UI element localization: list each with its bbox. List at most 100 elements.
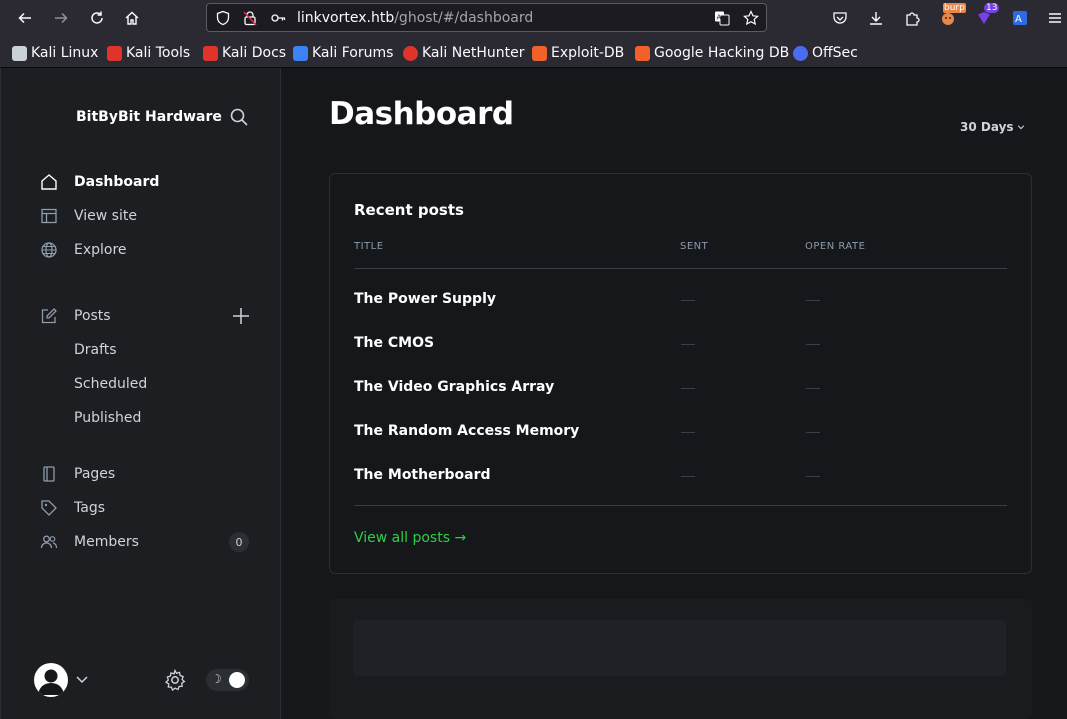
view-all-posts-link[interactable]: View all posts → — [354, 530, 466, 546]
post-row-title[interactable]: The Random Access Memory — [354, 423, 579, 439]
moon-icon: ☽ — [211, 672, 222, 686]
post-row-title[interactable]: The Motherboard — [354, 467, 491, 483]
post-row-title[interactable]: The Power Supply — [354, 291, 496, 307]
new-post-plus-icon[interactable] — [231, 306, 251, 326]
sent-empty-dash — [681, 432, 695, 433]
extensions-button[interactable] — [899, 5, 925, 31]
loading-placeholder — [353, 620, 1006, 676]
bookmark-label: Kali Forums — [312, 45, 394, 61]
bookmark-kali-forums[interactable]: Kali Forums — [293, 44, 393, 62]
bookmark-star-icon[interactable] — [743, 10, 759, 26]
nav-view-site[interactable]: View site — [39, 205, 137, 227]
site-name[interactable]: BitByBit Hardware — [76, 109, 222, 125]
bookmarks-bar: Kali Linux Kali Tools Kali Docs Kali For… — [0, 35, 1067, 68]
nav-pages[interactable]: Pages — [39, 463, 115, 485]
svg-text:A: A — [1015, 14, 1022, 25]
open-rate-empty-dash — [806, 300, 820, 301]
open-rate-empty-dash — [806, 476, 820, 477]
translate-extension-button[interactable]: A — [1007, 5, 1033, 31]
hamburger-icon — [1049, 13, 1061, 23]
arrow-right-icon — [55, 12, 68, 24]
url-host: linkvortex.htb — [297, 10, 395, 26]
footer-divider — [354, 505, 1007, 506]
post-row-title[interactable]: The Video Graphics Array — [354, 379, 554, 395]
date-range-label: 30 Days — [960, 120, 1014, 134]
reload-icon — [91, 11, 103, 24]
nav-explore[interactable]: Explore — [39, 239, 127, 261]
page-title: Dashboard — [329, 96, 514, 132]
search-icon[interactable] — [229, 107, 249, 127]
bookmark-google-hacking-db[interactable]: Google Hacking DB — [635, 44, 789, 62]
open-rate-empty-dash — [806, 388, 820, 389]
url-text[interactable]: linkvortex.htb/ghost/#/dashboard — [297, 10, 533, 26]
home-icon — [39, 172, 59, 192]
column-header-open-rate: OPEN RATE — [805, 241, 866, 252]
reload-button[interactable] — [84, 5, 110, 31]
date-range-select[interactable]: 30 Days — [960, 120, 1025, 134]
ublock-extension-button[interactable]: 13 — [971, 3, 1000, 31]
translate-icon[interactable]: A — [714, 10, 730, 26]
bookmark-exploit-db[interactable]: Exploit-DB — [532, 44, 624, 62]
nav-dashboard[interactable]: Dashboard — [39, 171, 159, 193]
sent-empty-dash — [681, 300, 695, 301]
arrow-left-icon — [18, 12, 31, 24]
kali-tools-icon — [107, 45, 122, 61]
download-icon — [870, 12, 882, 25]
browser-window-icon — [39, 206, 59, 226]
header-divider — [354, 268, 1007, 269]
tag-icon — [39, 498, 59, 518]
key-icon[interactable] — [270, 10, 286, 26]
nav-label: Pages — [74, 466, 116, 482]
url-path: /ghost/#/dashboard — [394, 10, 534, 26]
burp-extension-button[interactable]: burp — [935, 3, 966, 31]
column-header-title: TITLE — [354, 241, 384, 252]
bookmark-kali-tools[interactable]: Kali Tools — [107, 44, 190, 62]
bookmark-kali-docs[interactable]: Kali Docs — [203, 44, 286, 62]
shield-icon[interactable] — [215, 10, 231, 26]
home-icon — [125, 11, 139, 25]
sent-empty-dash — [681, 344, 695, 345]
globe-icon — [39, 240, 59, 260]
bookmark-offsec[interactable]: OffSec — [793, 44, 858, 62]
pocket-icon — [833, 12, 847, 24]
address-bar[interactable]: linkvortex.htb/ghost/#/dashboard A — [206, 3, 767, 32]
pocket-button[interactable] — [827, 5, 853, 31]
nav-label: Explore — [74, 242, 127, 258]
chevron-down-icon[interactable] — [75, 672, 89, 686]
exploit-db-icon — [532, 45, 547, 61]
toggle-knob — [229, 672, 245, 688]
nav-label: View site — [74, 208, 137, 224]
gear-icon[interactable] — [164, 669, 186, 691]
home-button[interactable] — [119, 5, 145, 31]
pages-icon — [39, 464, 59, 484]
sidebar: BitByBit Hardware Dashboard View site Ex… — [0, 68, 281, 719]
nav-label: Posts — [74, 308, 111, 324]
card-title: Recent posts — [354, 201, 464, 219]
insecure-lock-icon[interactable] — [242, 10, 258, 26]
svg-text:A: A — [717, 14, 722, 22]
nav-label: Dashboard — [74, 174, 160, 190]
edit-icon — [39, 306, 59, 326]
puzzle-icon — [906, 12, 920, 26]
nav-published[interactable]: Published — [74, 410, 141, 426]
nav-members[interactable]: Members — [39, 531, 139, 553]
menu-button[interactable] — [1042, 5, 1067, 31]
nav-drafts[interactable]: Drafts — [74, 342, 117, 358]
nethunter-icon — [403, 45, 418, 61]
downloads-button[interactable] — [863, 5, 889, 31]
browser-toolbar: linkvortex.htb/ghost/#/dashboard A burp … — [0, 0, 1067, 35]
nav-label: Tags — [74, 500, 105, 516]
avatar[interactable] — [34, 663, 68, 697]
bookmark-kali-nethunter[interactable]: Kali NetHunter — [403, 44, 524, 62]
nav-scheduled[interactable]: Scheduled — [74, 376, 147, 392]
bookmark-label: Kali Tools — [126, 45, 191, 61]
nav-posts[interactable]: Posts — [39, 305, 111, 327]
back-button[interactable] — [12, 5, 38, 31]
offsec-icon — [793, 45, 808, 61]
post-row-title[interactable]: The CMOS — [354, 335, 434, 351]
translate-extension-icon: A — [1013, 11, 1027, 25]
bookmark-kali-linux[interactable]: Kali Linux — [12, 44, 98, 62]
dark-mode-toggle[interactable]: ☽ — [206, 669, 249, 691]
nav-tags[interactable]: Tags — [39, 497, 105, 519]
forward-button[interactable] — [48, 5, 74, 31]
